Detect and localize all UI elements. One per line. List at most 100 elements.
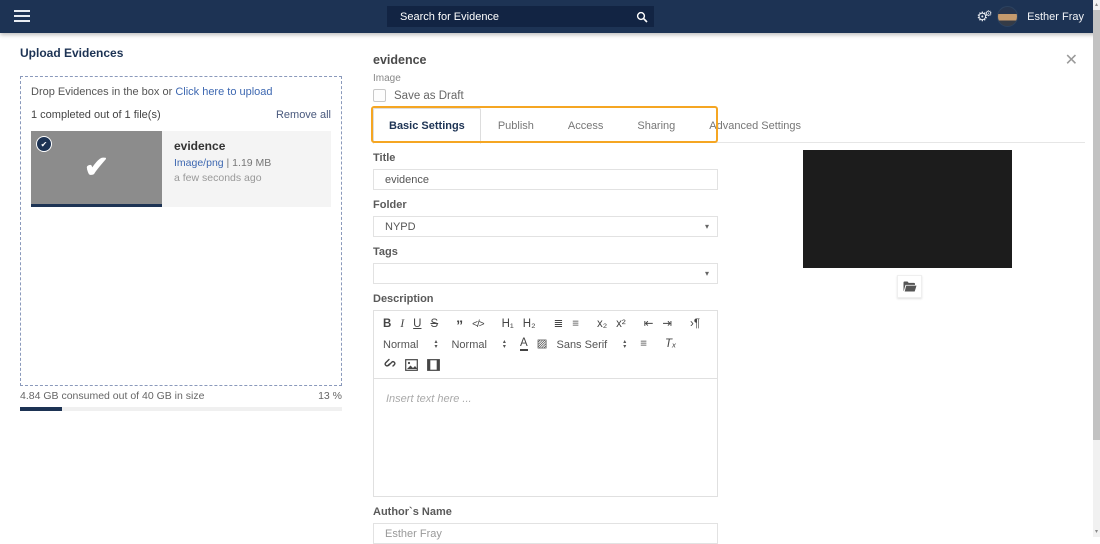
author-name-label: Author`s Name [373, 506, 452, 518]
folder-open-icon [903, 281, 916, 292]
description-textarea[interactable]: Insert text here ... [374, 379, 717, 496]
upload-panel: Upload Evidences Drop Evidences in the b… [20, 46, 342, 411]
folder-label: Folder [373, 199, 407, 211]
file-name: evidence [174, 139, 226, 153]
file-upload-progress-bar [31, 204, 162, 207]
storage-percent: 13 % [318, 390, 342, 402]
description-placeholder: Insert text here ... [386, 393, 472, 405]
scrollbar-thumb[interactable] [1093, 10, 1100, 440]
background-color-button[interactable]: ▨ [537, 338, 548, 351]
size-select-value: Normal [383, 338, 419, 351]
detail-title: evidence [373, 53, 427, 67]
superscript-button[interactable]: x² [616, 318, 626, 331]
navbar-right-group: ⚙ ⚙ Esther Fray [976, 0, 1084, 33]
header-1-button[interactable]: H₁ [502, 318, 514, 331]
select-arrows-icon: ▴ ▾ [434, 338, 438, 350]
description-rich-text-editor: B I U S ” </> H₁ H₂ ≣ ≡ x₂ x² ⇤ ⇥ ›¶ Nor… [373, 310, 718, 497]
tabs-area: Basic Settings Publish Access Sharing Ad… [371, 106, 1085, 144]
search-input[interactable] [387, 10, 630, 23]
insert-image-button[interactable] [405, 358, 418, 371]
close-icon[interactable]: ✕ [1065, 53, 1078, 69]
tab-advanced-settings[interactable]: Advanced Settings [692, 108, 818, 143]
file-upload-time: a few seconds ago [174, 172, 262, 184]
save-as-draft-row: Save as Draft [373, 89, 1085, 102]
clean-format-button[interactable]: Tₓ [665, 338, 676, 351]
insert-link-button[interactable] [383, 358, 396, 371]
code-block-button[interactable]: </> [472, 318, 485, 331]
strikethrough-button[interactable]: S [430, 318, 438, 331]
select-arrows-icon: ▴ ▾ [623, 338, 627, 350]
align-button[interactable]: ≡ [640, 338, 647, 351]
remove-all-link[interactable]: Remove all [276, 109, 331, 121]
title-label: Title [373, 152, 396, 164]
file-info: evidence Image/png | 1.19 MB a few secon… [162, 131, 331, 207]
title-field[interactable] [373, 169, 718, 190]
insert-video-button[interactable] [427, 358, 440, 371]
scroll-up-icon[interactable]: ▴ [1093, 1, 1100, 9]
basic-settings-form: Title Folder NYPD ▾ Tags ▾ Description B… [373, 152, 718, 544]
storage-progress-fill [20, 407, 62, 411]
file-type-link[interactable]: Image/png [174, 157, 224, 169]
dropzone[interactable]: Drop Evidences in the box or Click here … [20, 76, 342, 386]
tab-publish[interactable]: Publish [481, 108, 551, 143]
header-select-value: Normal [451, 338, 487, 351]
uploaded-file-card: ✔ ✔ evidence Image/png | 1.19 MB a few s… [31, 131, 331, 207]
italic-button[interactable]: I [400, 318, 404, 331]
user-name[interactable]: Esther Fray [1027, 11, 1084, 23]
vertical-scrollbar[interactable]: ▴ ▾ [1093, 0, 1100, 537]
tab-sharing[interactable]: Sharing [620, 108, 692, 143]
folder-value: NYPD [385, 220, 416, 233]
file-thumbnail[interactable]: ✔ ✔ [31, 131, 162, 207]
avatar[interactable] [997, 6, 1019, 27]
search-box [387, 6, 654, 27]
bullet-list-button[interactable]: ≡ [572, 318, 579, 331]
tab-basic-settings[interactable]: Basic Settings [373, 108, 481, 144]
underline-button[interactable]: U [413, 318, 421, 331]
tags-label: Tags [373, 246, 398, 258]
tab-access[interactable]: Access [551, 108, 620, 143]
ordered-list-button[interactable]: ≣ [554, 318, 564, 331]
tags-select[interactable]: ▾ [373, 263, 718, 284]
hamburger-menu-icon[interactable] [14, 10, 30, 22]
selected-check-badge[interactable]: ✔ [36, 136, 52, 152]
header-2-button[interactable]: H₂ [523, 318, 536, 331]
text-color-button[interactable]: A [519, 337, 528, 351]
detail-subtitle: Image [373, 73, 401, 84]
editor-toolbar: B I U S ” </> H₁ H₂ ≣ ≡ x₂ x² ⇤ ⇥ ›¶ Nor… [374, 311, 717, 379]
storage-progress-track [20, 407, 342, 411]
storage-consumed-text: 4.84 GB consumed out of 40 GB in size [20, 390, 205, 402]
gear-small-icon: ⚙ [984, 9, 993, 18]
search-icon[interactable] [630, 11, 654, 23]
blockquote-button[interactable]: ” [456, 318, 463, 332]
author-name-field[interactable] [373, 523, 718, 544]
indent-button[interactable]: ⇥ [662, 318, 672, 331]
description-label: Description [373, 293, 434, 305]
size-select[interactable]: Normal ▴ ▾ [383, 339, 437, 351]
upload-panel-title: Upload Evidences [20, 46, 124, 60]
chevron-down-icon: ▾ [704, 269, 709, 278]
text-direction-button[interactable]: ›¶ [690, 318, 700, 331]
chevron-down-icon: ▾ [704, 222, 709, 231]
click-to-upload-link[interactable]: Click here to upload [175, 86, 272, 98]
bold-button[interactable]: B [383, 318, 391, 331]
file-size: | 1.19 MB [223, 157, 272, 169]
completed-count-text: 1 completed out of 1 file(s) [31, 109, 161, 121]
check-icon: ✔ [40, 139, 48, 149]
upload-success-check-icon: ✔ [83, 151, 110, 184]
select-arrows-icon: ▴ ▾ [502, 338, 506, 350]
outdent-button[interactable]: ⇤ [644, 318, 654, 331]
open-folder-button[interactable] [897, 275, 922, 298]
top-navbar: ⚙⚙ Esther Fray [0, 0, 1100, 33]
drop-instruction: Drop Evidences in the box or Click here … [31, 86, 331, 98]
header-select[interactable]: Normal ▴ ▾ [451, 339, 505, 351]
save-as-draft-checkbox[interactable] [373, 89, 386, 102]
font-select-value: Sans Serif [556, 338, 608, 351]
save-as-draft-label: Save as Draft [394, 89, 464, 102]
image-preview [803, 150, 1012, 268]
folder-select[interactable]: NYPD ▾ [373, 216, 718, 237]
scroll-down-icon[interactable]: ▾ [1093, 528, 1100, 536]
font-select[interactable]: Sans Serif ▴ ▾ [556, 339, 626, 351]
evidence-detail-panel: ✕ evidence Image Save as Draft Basic Set… [371, 46, 1085, 544]
settings-gears-icon[interactable]: ⚙ ⚙ [976, 9, 992, 23]
subscript-button[interactable]: x₂ [597, 318, 607, 331]
